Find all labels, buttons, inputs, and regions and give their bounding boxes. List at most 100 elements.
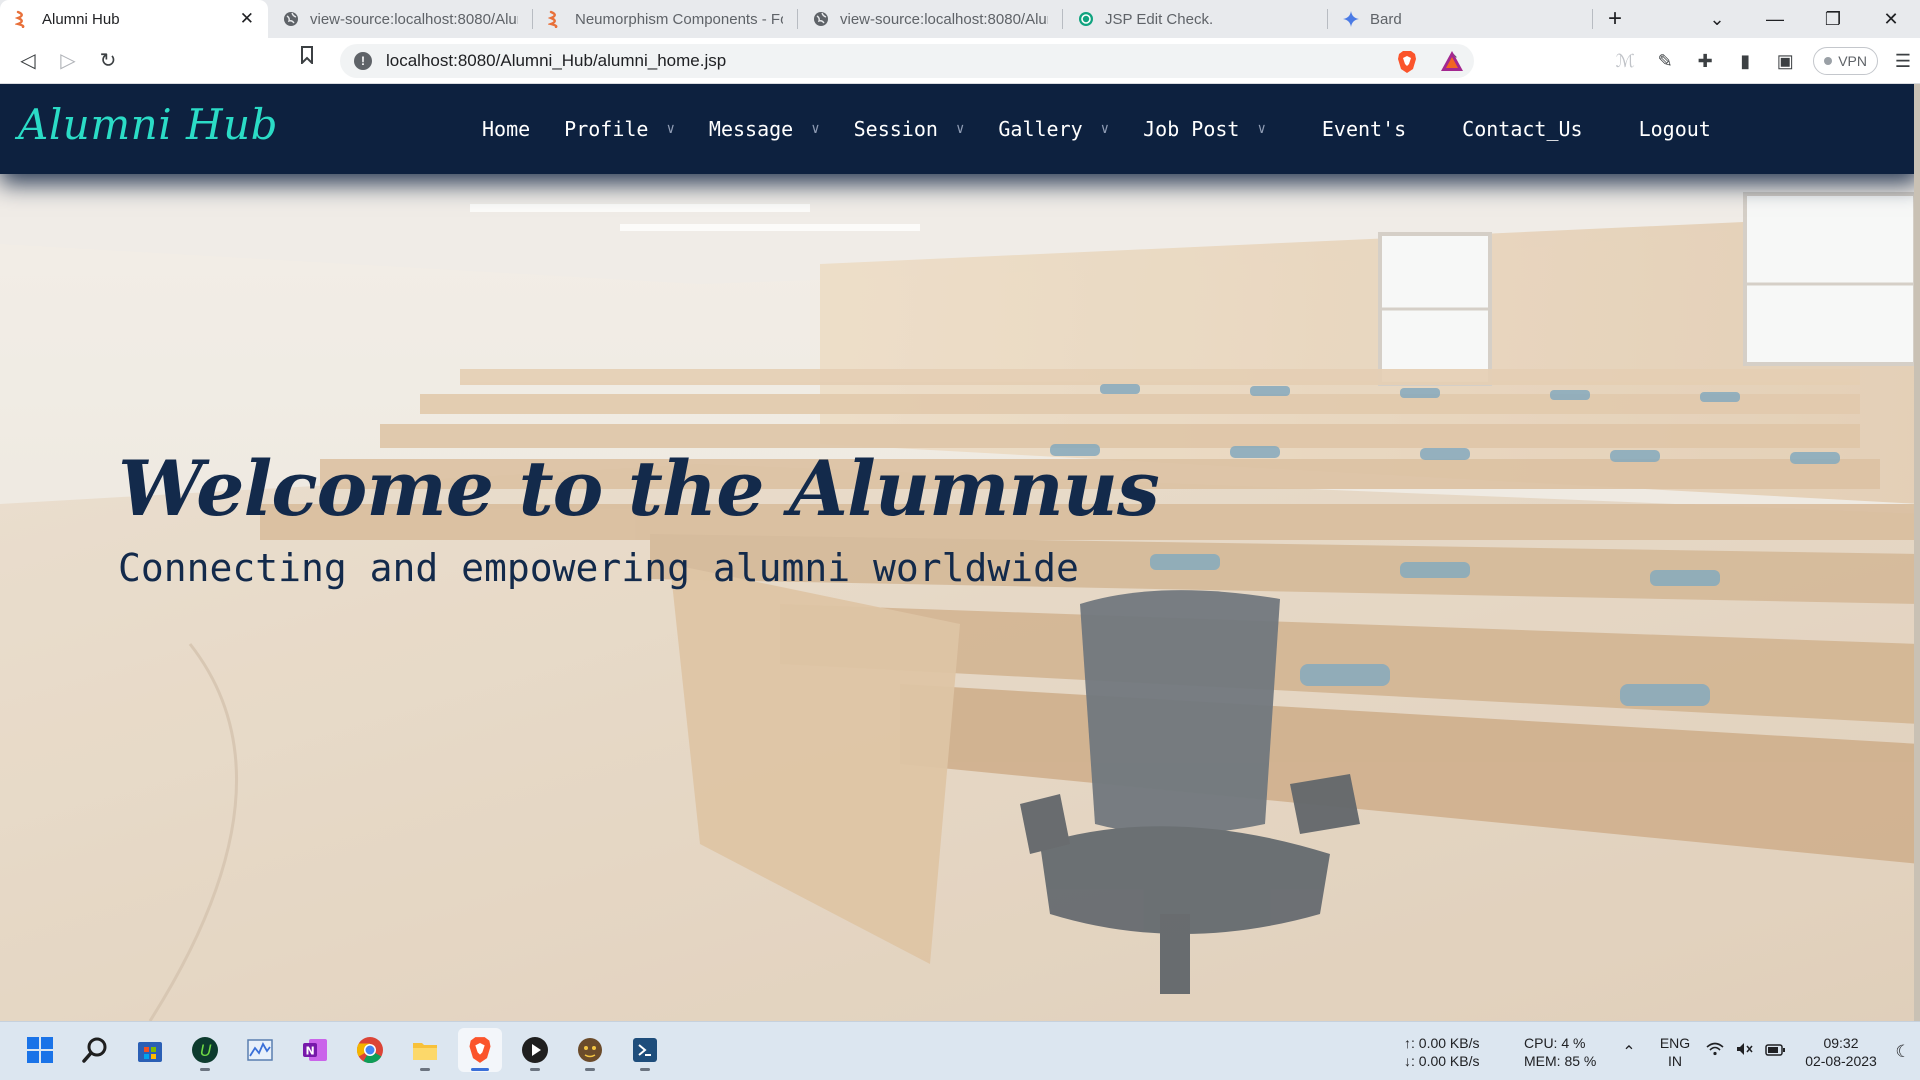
page-scrollbar[interactable] xyxy=(1914,84,1920,1021)
nav-gallery[interactable]: Gallery ∨ xyxy=(998,117,1109,141)
nav-label: Job Post xyxy=(1143,117,1240,141)
running-indicator xyxy=(585,1068,595,1071)
brave-shield-icon[interactable] xyxy=(1396,50,1418,73)
bookmark-icon[interactable] xyxy=(300,46,314,69)
brave-rewards-icon[interactable] xyxy=(1440,50,1464,72)
chatgpt-icon xyxy=(1077,10,1095,28)
menu-icon[interactable]: ☰ xyxy=(1886,51,1920,72)
volume-muted-icon[interactable] xyxy=(1730,1042,1760,1061)
page-viewport: Alumni Hub Home Profile ∨ Message ∨ Sess… xyxy=(0,84,1920,1021)
system-tray: ↑: 0.00 KB/s ↓: 0.00 KB/s CPU: 4 % MEM: … xyxy=(1404,1022,1920,1080)
running-indicator xyxy=(530,1068,540,1071)
chevron-down-icon: ∨ xyxy=(811,121,820,137)
tab-title: Alumni Hub xyxy=(42,10,120,28)
nav-home[interactable]: Home xyxy=(482,117,530,141)
media-player-icon[interactable] xyxy=(513,1028,557,1072)
site-info-icon[interactable]: ! xyxy=(354,52,372,70)
tab-search-chevron-icon[interactable]: ⌄ xyxy=(1688,9,1746,30)
cpu-mem-monitor: CPU: 4 % MEM: 85 % xyxy=(1524,1034,1614,1070)
running-indicator xyxy=(420,1068,430,1071)
vpn-status-dot xyxy=(1824,57,1833,65)
svg-text:N: N xyxy=(306,1045,315,1058)
main-menu: Home Profile ∨ Message ∨ Session ∨ Galle… xyxy=(482,84,1745,174)
vpn-button[interactable]: VPN xyxy=(1813,47,1878,75)
running-indicator xyxy=(640,1068,650,1071)
address-bar[interactable]: ! localhost:8080/Alumni_Hub/alumni_home.… xyxy=(340,44,1474,78)
close-window-icon[interactable]: ✕ xyxy=(1862,9,1920,30)
reader-icon[interactable]: ℳ xyxy=(1605,51,1645,72)
url-text: localhost:8080/Alumni_Hub/alumni_home.js… xyxy=(386,51,727,70)
nav-label: Message xyxy=(708,117,794,141)
lang-code: ENG xyxy=(1659,1034,1691,1051)
nav-label: Gallery xyxy=(998,117,1083,141)
tab-alumni-hub[interactable]: Alumni Hub ✕ xyxy=(0,0,268,38)
wallet-icon[interactable]: ▣ xyxy=(1765,51,1805,72)
upwork-icon[interactable]: U xyxy=(183,1028,227,1072)
jsp-icon xyxy=(547,10,565,28)
windows-start-icon[interactable] xyxy=(18,1028,62,1072)
chevron-down-icon: ∨ xyxy=(955,121,965,137)
browser-toolbar: ◁ ▷ ↻ ! localhost:8080/Alumni_Hub/alumni… xyxy=(0,38,1920,84)
nav-contact-us[interactable]: Contact_Us xyxy=(1462,117,1582,141)
clock[interactable]: 09:32 02-08-2023 xyxy=(1796,1034,1886,1070)
reload-icon[interactable]: ↻ xyxy=(88,43,128,79)
vscode-icon[interactable] xyxy=(623,1028,667,1072)
net-up: ↑: 0.00 KB/s xyxy=(1404,1034,1480,1051)
tab-jsp-edit-check[interactable]: JSP Edit Check. xyxy=(1063,0,1327,38)
chevron-down-icon: ∨ xyxy=(1257,121,1266,137)
new-tab-button[interactable]: + xyxy=(1593,0,1637,38)
windows-taskbar: U N ↑: 0.00 KB/s ↓: 0.00 KB/s CPU: 4 % M… xyxy=(0,1021,1920,1080)
bard-icon xyxy=(1342,10,1360,28)
hero-title: Welcome to the Alumnus xyxy=(118,444,1160,533)
extensions-icon[interactable]: ✚ xyxy=(1685,51,1725,72)
battery-icon[interactable] xyxy=(1760,1043,1790,1061)
brave-taskbar-icon[interactable] xyxy=(458,1028,502,1072)
jsp-icon xyxy=(14,10,32,28)
tab-title: Neumorphism Components - For xyxy=(575,10,783,28)
file-explorer-icon[interactable] xyxy=(403,1028,447,1072)
restore-icon[interactable]: ❐ xyxy=(1804,9,1862,30)
taskbar-apps: U N xyxy=(18,1028,678,1072)
forward-icon[interactable]: ▷ xyxy=(48,43,88,79)
nav-profile[interactable]: Profile ∨ xyxy=(564,117,675,141)
window-controls: ⌄ — ❐ ✕ xyxy=(1688,0,1920,38)
eyedropper-icon[interactable]: ✎ xyxy=(1645,51,1685,72)
cpu-usage: CPU: 4 % xyxy=(1524,1034,1586,1051)
tab-neumorphism[interactable]: Neumorphism Components - For xyxy=(533,0,797,38)
nav-events[interactable]: Event's xyxy=(1322,117,1406,141)
back-icon[interactable]: ◁ xyxy=(8,43,48,79)
sidebar-icon[interactable]: ▮ xyxy=(1725,51,1765,72)
nav-message[interactable]: Message ∨ xyxy=(709,117,820,141)
tab-title: Bard xyxy=(1370,10,1402,28)
tomcat-icon[interactable] xyxy=(568,1028,612,1072)
chevron-down-icon: ∨ xyxy=(666,121,675,137)
chevron-up-icon[interactable]: ⌃ xyxy=(1614,1042,1644,1062)
language-indicator[interactable]: ENG IN xyxy=(1650,1034,1700,1070)
lang-region: IN xyxy=(1668,1052,1682,1069)
nav-label: Profile xyxy=(564,117,649,141)
search-icon[interactable] xyxy=(73,1028,117,1072)
nav-job-post[interactable]: Job Post ∨ xyxy=(1143,117,1266,141)
tab-view-source-1[interactable]: view-source:localhost:8080/Alum xyxy=(268,0,532,38)
tab-view-source-2[interactable]: view-source:localhost:8080/Alum xyxy=(798,0,1062,38)
globe-icon xyxy=(282,10,300,28)
tab-title: view-source:localhost:8080/Alum xyxy=(840,10,1048,28)
browser-tab-strip: Alumni Hub ✕ view-source:localhost:8080/… xyxy=(0,0,1920,38)
nav-label: Logout xyxy=(1638,117,1711,141)
site-logo[interactable]: Alumni Hub xyxy=(18,100,278,149)
mem-usage: MEM: 85 % xyxy=(1524,1052,1597,1069)
resource-monitor-icon[interactable] xyxy=(238,1028,282,1072)
chrome-icon[interactable] xyxy=(348,1028,392,1072)
minimize-icon[interactable]: — xyxy=(1746,9,1804,30)
nav-session[interactable]: Session ∨ xyxy=(854,117,965,141)
close-icon[interactable]: ✕ xyxy=(240,9,254,29)
onenote-icon[interactable]: N xyxy=(293,1028,337,1072)
clock-time: 09:32 xyxy=(1823,1034,1859,1051)
running-indicator xyxy=(200,1068,210,1071)
nav-label: Event's xyxy=(1321,117,1407,141)
tab-bard[interactable]: Bard xyxy=(1328,0,1592,38)
wifi-icon[interactable] xyxy=(1700,1042,1730,1061)
microsoft-store-icon[interactable] xyxy=(128,1028,172,1072)
nav-logout[interactable]: Logout xyxy=(1639,117,1711,141)
focus-moon-icon[interactable]: ☾ xyxy=(1886,1042,1920,1062)
